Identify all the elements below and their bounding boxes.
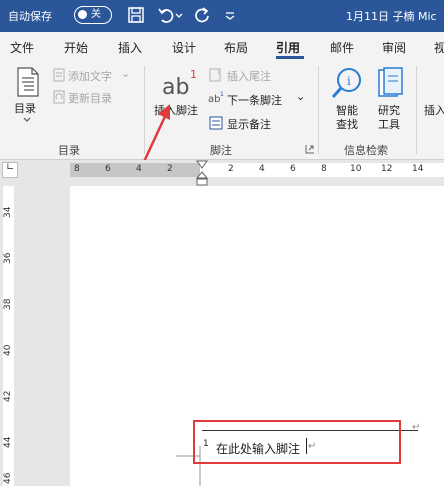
svg-text:1: 1 — [220, 91, 224, 98]
ruler-number: 8 — [321, 164, 327, 174]
ruler-number: 6 — [290, 164, 296, 174]
researcher-label-2[interactable]: 工具 — [378, 116, 400, 132]
ruler-number: 40 — [3, 344, 13, 356]
autosave-label: 自动保存 — [8, 10, 52, 23]
ribbon-panel: 目录 添加文字 ⌄ 更新目录 目录 ab 1 插入脚注 1 插入尾注 ab 1 … — [0, 60, 444, 160]
group-divider — [318, 66, 319, 154]
ruler-number: 4 — [259, 164, 265, 174]
ruler-number: 12 — [381, 164, 393, 174]
ruler-number: 14 — [412, 164, 424, 174]
ribbon-tabs: 文件 开始 插入 设计 布局 引用 邮件 审阅 视 — [0, 32, 444, 60]
add-text-icon — [53, 68, 65, 82]
toggle-knob — [78, 10, 87, 19]
tab-insert[interactable]: 插入 — [118, 39, 142, 56]
tab-stop-icon: ∟ — [6, 162, 15, 173]
insert-partial-button[interactable]: 插入 — [424, 102, 444, 118]
next-footnote-dropdown-icon[interactable]: ⌄ — [296, 90, 305, 103]
research-group-label: 信息检索 — [344, 144, 388, 157]
toc-group-label: 目录 — [58, 144, 80, 157]
paragraph-mark-icon: ↵ — [412, 422, 421, 433]
smart-lookup-label-2[interactable]: 查找 — [336, 116, 358, 132]
dialog-launcher-icon[interactable] — [305, 144, 315, 154]
ruler-number: 34 — [3, 206, 13, 218]
add-text-dropdown-icon[interactable]: ⌄ — [121, 67, 130, 80]
smart-lookup-icon[interactable]: i — [330, 66, 364, 100]
update-toc-icon — [53, 90, 65, 104]
ruler-number: 46 — [3, 472, 13, 484]
footnotes-group-label: 脚注 — [210, 144, 232, 157]
ruler-number: 38 — [3, 298, 13, 310]
svg-text:1: 1 — [190, 68, 197, 81]
redo-icon[interactable] — [192, 5, 212, 25]
tab-file[interactable]: 文件 — [10, 39, 34, 56]
ruler-margin-area — [70, 163, 200, 177]
tab-home[interactable]: 开始 — [64, 39, 88, 56]
svg-text:ab: ab — [162, 75, 189, 100]
save-icon[interactable] — [126, 5, 146, 25]
group-divider — [416, 66, 417, 154]
ruler-number: 2 — [167, 164, 173, 174]
tab-design[interactable]: 设计 — [172, 39, 196, 56]
table-of-contents-icon[interactable] — [14, 66, 42, 98]
insert-endnote-button[interactable]: 插入尾注 — [227, 68, 271, 84]
ruler-number: 8 — [74, 164, 80, 174]
insert-endnote-icon: 1 — [209, 68, 221, 82]
undo-icon[interactable] — [156, 5, 176, 25]
tab-mailings[interactable]: 邮件 — [330, 39, 354, 56]
undo-dropdown-icon[interactable] — [174, 5, 184, 25]
tab-view[interactable]: 视 — [434, 39, 444, 56]
ruler-number: 2 — [228, 164, 234, 174]
title-bar: 自动保存 关 1月11日 子楠 Mic — [0, 0, 444, 32]
next-footnote-icon[interactable]: ab 1 — [208, 91, 226, 105]
horizontal-ruler-row: ∟ 8 6 4 2 2 4 6 8 10 12 14 — [0, 160, 444, 186]
ruler-number: 10 — [350, 164, 362, 174]
svg-text:i: i — [347, 74, 351, 88]
tab-selector[interactable]: ∟ — [2, 162, 18, 178]
update-toc-button[interactable]: 更新目录 — [68, 90, 112, 106]
vertical-ruler[interactable]: 34 36 38 40 42 44 46 — [0, 186, 16, 486]
ruler-number: 4 — [136, 164, 142, 174]
footnote-highlight-box — [193, 420, 401, 464]
insert-footnote-icon[interactable]: ab 1 — [160, 66, 198, 100]
horizontal-ruler[interactable]: 8 6 4 2 2 4 6 8 10 12 14 — [70, 163, 444, 177]
next-footnote-button[interactable]: 下一条脚注 — [227, 92, 282, 108]
researcher-icon[interactable] — [376, 66, 404, 100]
toggle-state-label: 关 — [91, 9, 101, 20]
tab-review[interactable]: 审阅 — [382, 39, 406, 56]
toc-dropdown-icon[interactable] — [22, 116, 32, 124]
ruler-number: 42 — [3, 390, 13, 402]
document-title: 1月11日 子楠 Mic — [346, 10, 437, 23]
toc-button-label[interactable]: 目录 — [14, 100, 36, 116]
customize-toolbar-icon[interactable] — [224, 5, 236, 25]
active-tab-indicator — [276, 56, 304, 59]
indent-marker-icon[interactable] — [196, 160, 208, 186]
autosave-toggle[interactable]: 关 — [74, 6, 112, 24]
ruler-number: 36 — [3, 252, 13, 264]
show-notes-icon[interactable] — [209, 116, 223, 130]
add-text-button[interactable]: 添加文字 — [68, 68, 112, 84]
tab-references[interactable]: 引用 — [276, 39, 300, 56]
ruler-number: 6 — [105, 164, 111, 174]
tab-layout[interactable]: 布局 — [224, 39, 248, 56]
svg-text:1: 1 — [217, 70, 220, 76]
show-notes-button[interactable]: 显示备注 — [227, 116, 271, 132]
svg-text:ab: ab — [208, 94, 220, 105]
ruler-number: 44 — [3, 436, 13, 448]
